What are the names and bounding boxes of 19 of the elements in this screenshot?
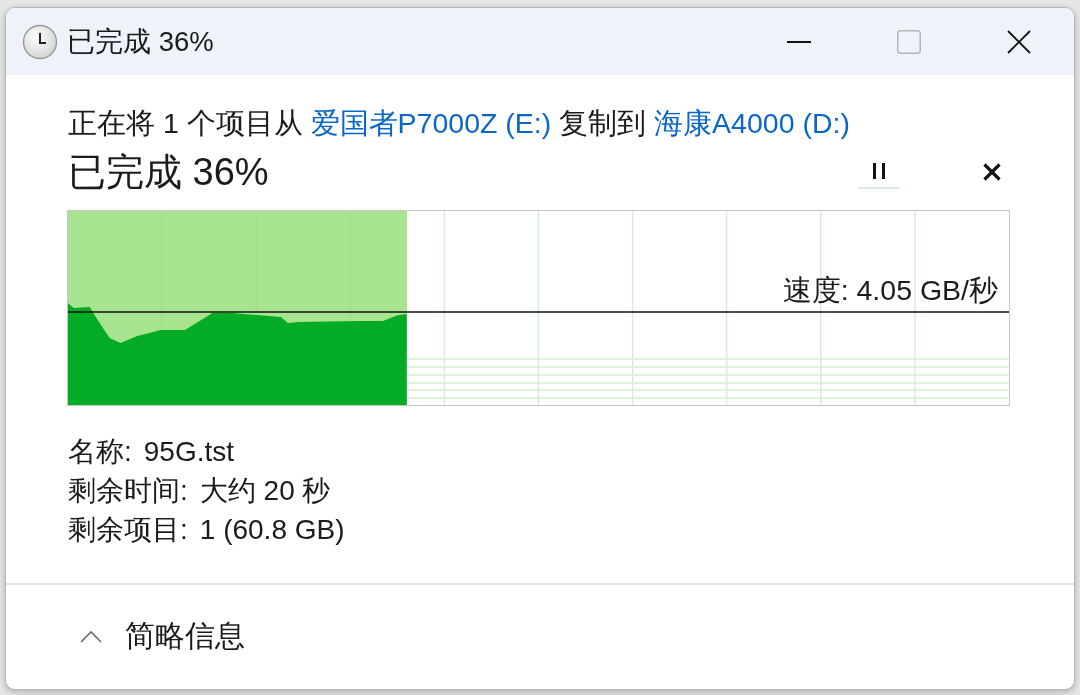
- drive-link[interactable]: 爱国者P7000Z (E:): [310, 107, 552, 139]
- detail-label: 剩余项目:: [68, 513, 188, 547]
- detail-value: 95G.tst: [143, 435, 235, 469]
- copy-message: 正在将 1 个项目从 爱国者P7000Z (E:) 复制到 海康A4000 (D:): [68, 106, 851, 140]
- speed-label: 速度: 4.05 GB/秒: [782, 274, 998, 306]
- pause-icon: [872, 163, 886, 179]
- maximize-icon: [897, 29, 921, 54]
- progress-heading: 已完成 36%: [68, 150, 269, 195]
- clock-icon: [22, 23, 58, 60]
- window-title: 已完成 36%: [67, 24, 214, 59]
- minimize-icon: [787, 40, 811, 43]
- detail-label: 名称:: [68, 435, 132, 469]
- details-toggle[interactable]: 简略信息: [80, 616, 245, 656]
- close-icon: [1007, 29, 1031, 54]
- cancel-icon: [983, 163, 1001, 181]
- detail-value: 大约 20 秒: [199, 474, 331, 508]
- detail-label: 剩余时间:: [68, 474, 188, 508]
- drive-link[interactable]: 海康A4000 (D:): [654, 107, 850, 139]
- detail-value: 1 (60.8 GB): [199, 513, 345, 547]
